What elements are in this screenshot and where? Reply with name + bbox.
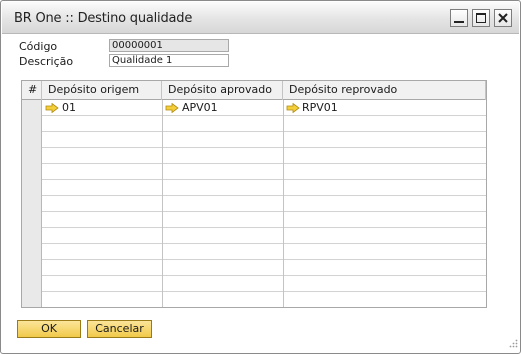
codigo-field[interactable]: 00000001 <box>109 39 229 52</box>
table-row[interactable] <box>42 260 486 276</box>
table-row[interactable] <box>42 132 486 148</box>
table-row[interactable] <box>42 276 486 292</box>
deposito-reprovado-cell[interactable]: RPV01 <box>302 100 338 116</box>
table-row[interactable] <box>42 180 486 196</box>
descricao-label: Descrição <box>19 55 74 68</box>
column-header-rownum[interactable]: # <box>22 81 42 100</box>
table-row[interactable] <box>42 228 486 244</box>
column-header-deposito-reprovado[interactable]: Depósito reprovado <box>283 81 486 100</box>
minimize-icon[interactable] <box>450 9 468 27</box>
deposito-origem-cell[interactable]: 01 <box>62 100 76 116</box>
vertical-scrollbar[interactable] <box>486 100 487 307</box>
table-row[interactable] <box>42 148 486 164</box>
table-row[interactable] <box>42 164 486 180</box>
cancel-button[interactable]: Cancelar <box>87 320 152 338</box>
deposit-matrix-grid[interactable]: # Depósito origem Depósito aprovado Depó… <box>21 80 487 308</box>
table-row[interactable] <box>42 116 486 132</box>
table-row[interactable] <box>42 196 486 212</box>
row-number-column <box>22 100 42 307</box>
close-icon[interactable] <box>494 9 512 27</box>
table-row[interactable] <box>42 212 486 228</box>
descricao-field[interactable]: Qualidade 1 <box>109 54 229 67</box>
window-title: BR One :: Destino qualidade <box>14 11 193 26</box>
grid-header: # Depósito origem Depósito aprovado Depó… <box>22 81 486 100</box>
title-bar[interactable]: BR One :: Destino qualidade <box>2 2 519 34</box>
destino-qualidade-window: BR One :: Destino qualidade Código 00000… <box>0 0 521 354</box>
ok-button[interactable]: OK <box>17 320 81 338</box>
maximize-icon[interactable] <box>472 9 490 27</box>
column-header-deposito-origem[interactable]: Depósito origem <box>42 81 162 100</box>
codigo-label: Código <box>19 40 58 53</box>
column-header-deposito-aprovado[interactable]: Depósito aprovado <box>162 81 283 100</box>
table-row[interactable]: 01 APV01 RPV01 <box>42 100 486 116</box>
table-row[interactable] <box>42 244 486 260</box>
deposito-aprovado-cell[interactable]: APV01 <box>182 100 218 116</box>
column-divider <box>162 100 163 307</box>
resize-grip-icon[interactable] <box>508 338 518 351</box>
column-divider <box>283 100 284 307</box>
